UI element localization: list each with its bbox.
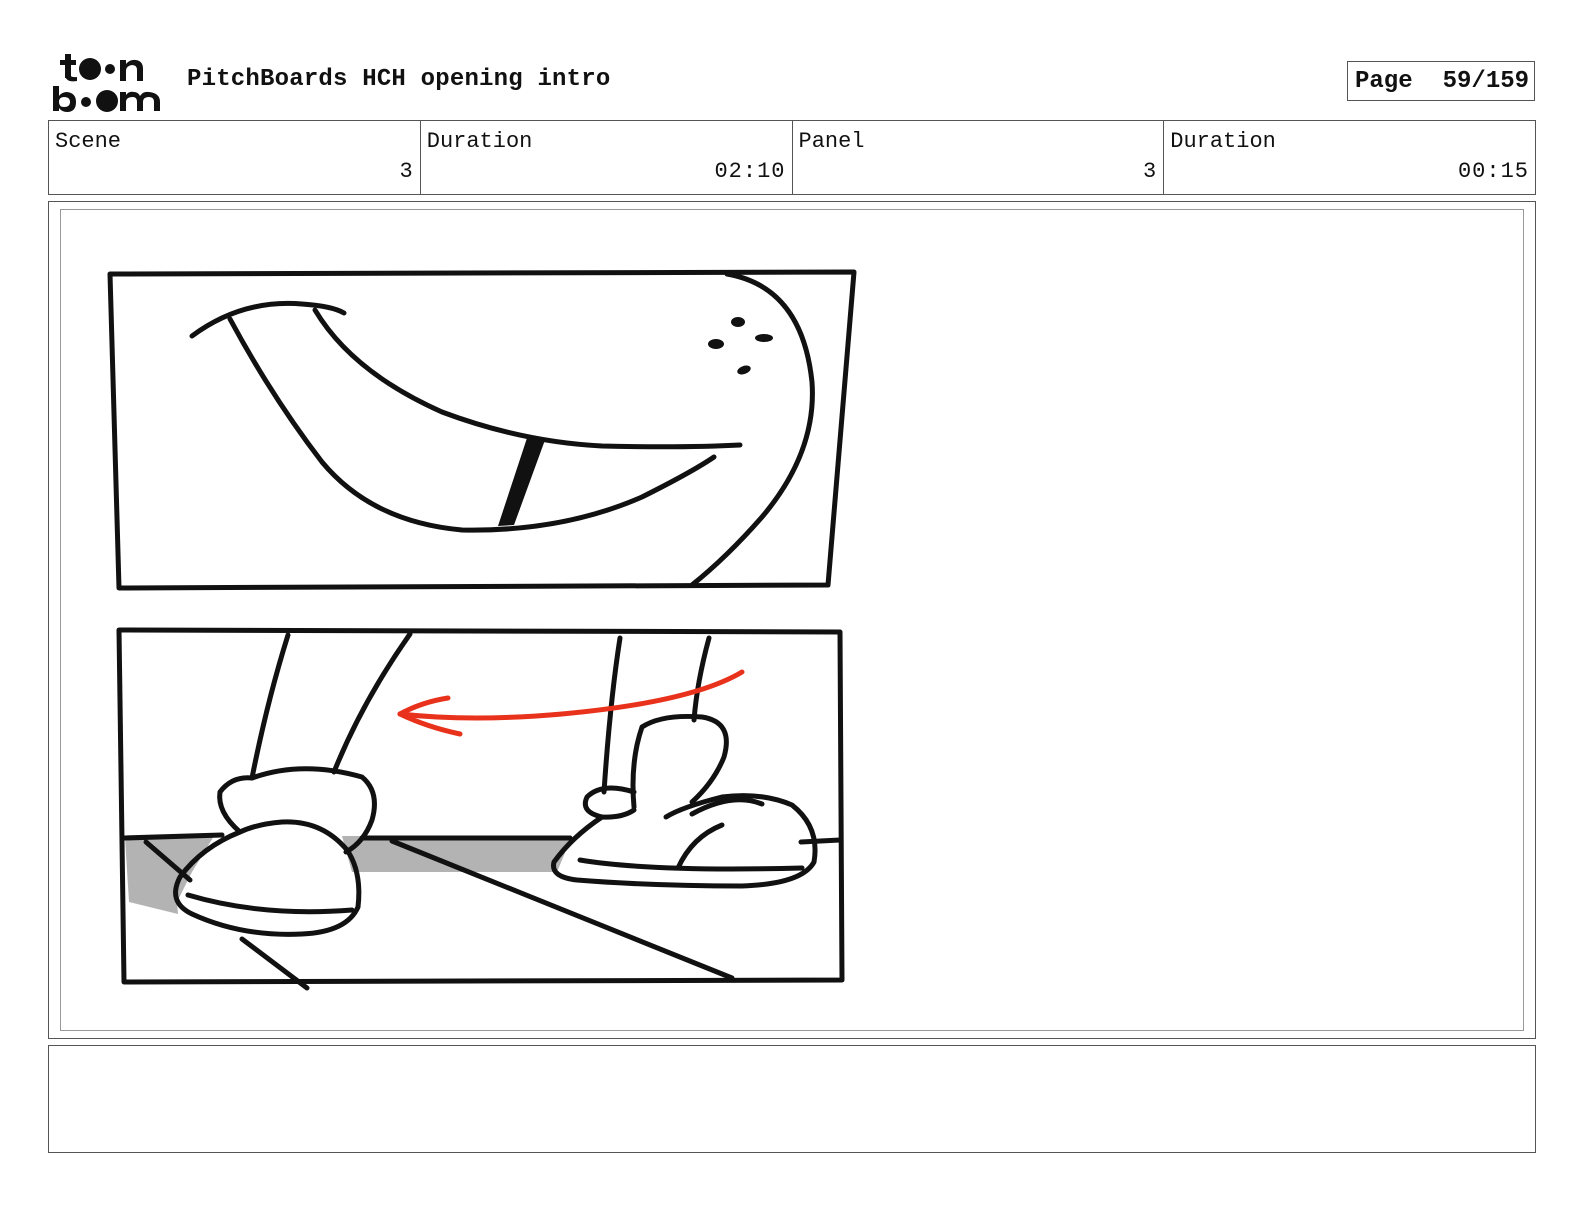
scene-value: 3: [399, 159, 414, 184]
scene-cell: Scene 3: [49, 121, 421, 194]
freckles: [708, 317, 773, 375]
scene-duration-cell: Duration 02:10: [421, 121, 793, 194]
feet-sketch: [122, 631, 843, 991]
panel-value: 3: [1143, 159, 1158, 184]
panel-image-frame: [48, 201, 1536, 1039]
page-label: Page: [1355, 67, 1413, 95]
page-indicator: Page 59/159: [1347, 61, 1535, 101]
scene-info-table: Scene 3 Duration 02:10 Panel 3 Duration …: [48, 120, 1536, 195]
panel-duration-label: Duration: [1170, 129, 1276, 154]
floor-shadow: [125, 836, 214, 914]
notes-area[interactable]: [48, 1045, 1536, 1153]
panel-duration-value: 00:15: [1457, 159, 1529, 184]
document-title: PitchBoards HCH opening intro: [187, 66, 611, 93]
panel-duration-cell: Duration 00:15: [1164, 121, 1535, 194]
scene-duration-label: Duration: [426, 129, 533, 154]
page-number: 59/159: [1442, 67, 1530, 95]
panel-label: Panel: [798, 129, 865, 154]
face-sketch: [189, 271, 815, 588]
scene-label: Scene: [55, 129, 122, 154]
toonboom-logo: [53, 54, 160, 112]
panel-image-area: [60, 209, 1524, 1031]
storyboard-sketch-image: [107, 269, 857, 991]
motion-arrow: [397, 669, 745, 737]
scene-duration-value: 02:10: [714, 159, 786, 184]
panel-cell: Panel 3: [793, 121, 1165, 194]
tooth: [498, 438, 545, 526]
